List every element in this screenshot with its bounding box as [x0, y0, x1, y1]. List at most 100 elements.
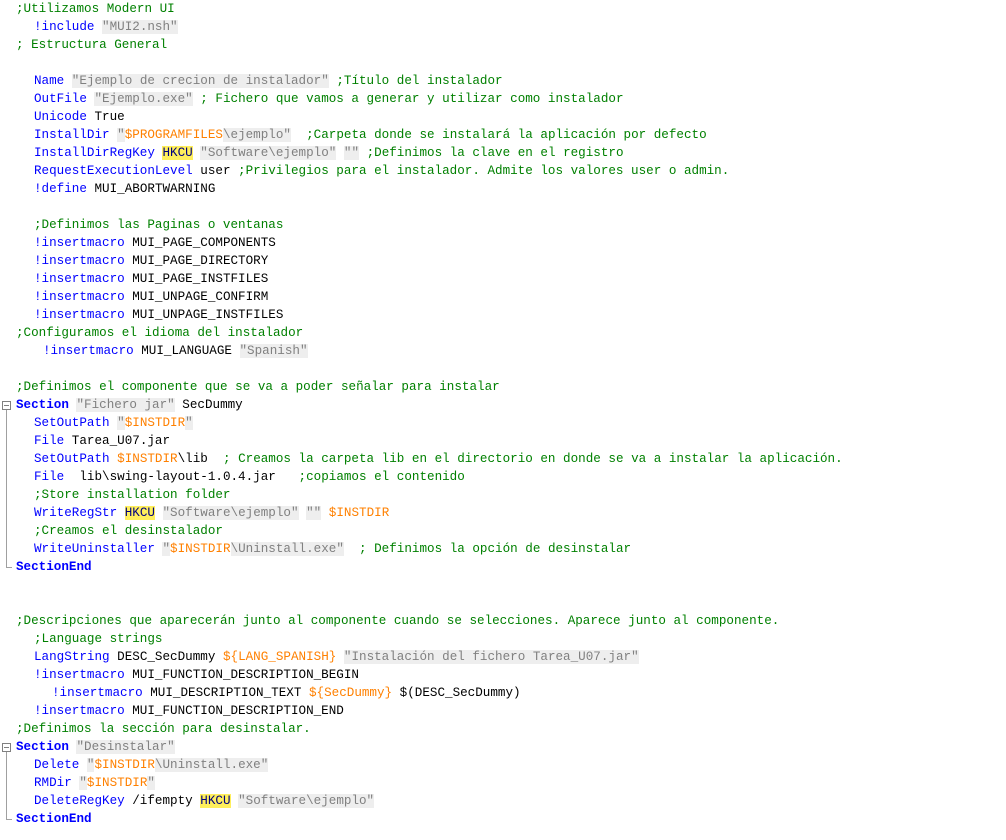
code-token-var: $INSTDIR [86, 776, 148, 790]
code-token-str: "Ejemplo de crecion de instalador" [71, 74, 329, 88]
code-token-var: ${LANG_SPANISH} [222, 650, 337, 664]
code-token-comment: ;Definimos la clave en el registro [359, 146, 624, 160]
code-line[interactable]: !insertmacro MUI_PAGE_DIRECTORY [16, 252, 268, 270]
code-token-kw: !insertmacro [43, 344, 142, 358]
code-line[interactable]: Name "Ejemplo de crecion de instalador" … [16, 72, 503, 90]
code-line[interactable]: InstallDir "$PROGRAMFILES\ejemplo" ;Carp… [16, 126, 707, 144]
code-token-kw: !insertmacro [34, 290, 133, 304]
code-token-kw: WriteRegStr [34, 506, 125, 520]
code-token-comment: ;Definimos la sección para desinstalar. [16, 722, 311, 736]
code-token-comment: ;Utilizamos Modern UI [16, 2, 175, 16]
code-line[interactable]: WriteUninstaller "$INSTDIR\Uninstall.exe… [16, 540, 631, 558]
code-token-comment: ;Store installation folder [34, 488, 231, 502]
code-token-kw: !insertmacro [34, 236, 133, 250]
code-line[interactable]: SectionEnd [16, 558, 92, 576]
code-line[interactable]: ;Definimos la sección para desinstalar. [16, 720, 311, 738]
code-token-plain: MUI_PAGE_COMPONENTS [132, 236, 276, 250]
code-token-kw: LangString [34, 650, 118, 664]
code-line[interactable]: ;Utilizamos Modern UI [16, 0, 175, 18]
code-token-comment: ;Descripciones que aparecerán junto al c… [16, 614, 780, 628]
code-token-kw: !include [34, 20, 103, 34]
code-line[interactable]: !insertmacro MUI_UNPAGE_CONFIRM [16, 288, 268, 306]
code-line[interactable]: RMDir "$INSTDIR" [16, 774, 155, 792]
code-line[interactable]: SetOutPath "$INSTDIR" [16, 414, 193, 432]
code-line[interactable]: !insertmacro MUI_PAGE_INSTFILES [16, 270, 268, 288]
code-token-var: $INSTDIR [124, 416, 186, 430]
code-token-var: $PROGRAMFILES [124, 128, 223, 142]
code-token-kwb: SectionEnd [16, 812, 92, 826]
code-line[interactable]: Delete "$INSTDIR\Uninstall.exe" [16, 756, 269, 774]
code-token-comment: ; Creamos la carpeta lib en el directori… [207, 452, 843, 466]
code-line[interactable]: File Tarea_U07.jar [16, 432, 170, 450]
code-token-plain: \lib [177, 452, 208, 466]
code-line[interactable]: WriteRegStr HKCU "Software\ejemplo" "" $… [16, 504, 389, 522]
code-token-kw: InstallDirRegKey [34, 146, 163, 160]
code-line[interactable]: OutFile "Ejemplo.exe" ; Fichero que vamo… [16, 90, 624, 108]
code-editor[interactable]: ;Utilizamos Modern UI !include "MUI2.nsh"… [0, 0, 1006, 840]
code-token-str: "Software\ejemplo" [162, 506, 299, 520]
code-token-plain: MUI_LANGUAGE [141, 344, 240, 358]
code-token-str: "Instalación del fichero Tarea_U07.jar" [343, 650, 639, 664]
code-line[interactable]: ;Descripciones que aparecerán junto al c… [16, 612, 779, 630]
code-token-kw: !insertmacro [34, 704, 133, 718]
code-token-comment: ;Privilegios para el instalador. Admite … [230, 164, 730, 178]
code-line[interactable]: ;Configuramos el idioma del instalador [16, 324, 303, 342]
code-token-kw: Name [34, 74, 72, 88]
code-line[interactable]: ;Definimos las Paginas o ventanas [16, 216, 283, 234]
code-token-plain: MUI_DESCRIPTION_TEXT [150, 686, 309, 700]
fold-guide-line [6, 752, 7, 819]
code-line[interactable]: ;Language strings [16, 630, 162, 648]
code-line[interactable]: !insertmacro MUI_PAGE_COMPONENTS [16, 234, 276, 252]
code-line[interactable]: File lib\swing-layout-1.0.4.jar ;copiamo… [16, 468, 465, 486]
code-line[interactable]: LangString DESC_SecDummy ${LANG_SPANISH}… [16, 648, 639, 666]
code-line[interactable]: ; Estructura General [16, 36, 167, 54]
code-line[interactable]: Unicode True [16, 108, 125, 126]
code-line[interactable]: !define MUI_ABORTWARNING [16, 180, 215, 198]
fold-guide-line [6, 410, 7, 567]
code-token-plain: MUI_FUNCTION_DESCRIPTION_END [132, 704, 344, 718]
code-token-plain: Tarea_U07.jar [71, 434, 171, 448]
code-line[interactable]: Section "Fichero jar" SecDummy [16, 396, 243, 414]
code-token-str: "Spanish" [239, 344, 308, 358]
code-token-plain: user [200, 164, 231, 178]
code-line[interactable]: !insertmacro MUI_FUNCTION_DESCRIPTION_EN… [16, 702, 344, 720]
code-line[interactable]: ;Definimos el componente que se va a pod… [16, 378, 500, 396]
code-line[interactable]: !insertmacro MUI_LANGUAGE "Spanish" [16, 342, 308, 360]
fold-collapse-icon[interactable] [2, 401, 11, 410]
code-token-kw: !insertmacro [34, 668, 133, 682]
code-token-kw: !insertmacro [34, 272, 133, 286]
code-token-kwb: Section [16, 740, 77, 754]
code-line[interactable]: !insertmacro MUI_FUNCTION_DESCRIPTION_BE… [16, 666, 359, 684]
code-line[interactable]: DeleteRegKey /ifempty HKCU "Software\eje… [16, 792, 375, 810]
code-line[interactable]: SetOutPath $INSTDIR\lib ; Creamos la car… [16, 450, 843, 468]
code-line[interactable]: InstallDirRegKey HKCU "Software\ejemplo"… [16, 144, 624, 162]
code-token-comment: ; Definimos la opción de desinstalar [343, 542, 632, 556]
code-token-kw: InstallDir [34, 128, 118, 142]
code-token-comment: ;Definimos el componente que se va a pod… [16, 380, 500, 394]
code-line[interactable]: !insertmacro MUI_UNPAGE_INSTFILES [16, 306, 283, 324]
fold-collapse-icon[interactable] [2, 743, 11, 752]
code-token-str: "Fichero jar" [76, 398, 175, 412]
code-line[interactable]: ;Creamos el desinstalador [16, 522, 223, 540]
code-line[interactable]: Section "Desinstalar" [16, 738, 175, 756]
code-token-str: " [147, 776, 155, 790]
code-token-comment: ; Fichero que vamos a generar y utilizar… [192, 92, 624, 106]
code-line[interactable]: ;Store installation folder [16, 486, 231, 504]
code-token-var: $INSTDIR [328, 506, 390, 520]
code-token-kw: !insertmacro [52, 686, 151, 700]
fold-end-marker [6, 567, 12, 568]
code-token-plain: DESC_SecDummy [117, 650, 223, 664]
code-token-comment: ;Carpeta donde se instalará la aplicació… [290, 128, 707, 142]
code-token-comment: ;Definimos las Paginas o ventanas [34, 218, 284, 232]
code-line[interactable]: SectionEnd [16, 810, 92, 828]
code-token-str: \Uninstall.exe" [230, 542, 344, 556]
code-token-str: "" [343, 146, 360, 160]
code-token-comment: ;copiamos el contenido [275, 470, 465, 484]
code-line[interactable]: !include "MUI2.nsh" [16, 18, 178, 36]
code-token-comment: ;Título del instalador [328, 74, 503, 88]
code-line[interactable]: !insertmacro MUI_DESCRIPTION_TEXT ${SecD… [16, 684, 521, 702]
code-line[interactable]: RequestExecutionLevel user ;Privilegios … [16, 162, 729, 180]
